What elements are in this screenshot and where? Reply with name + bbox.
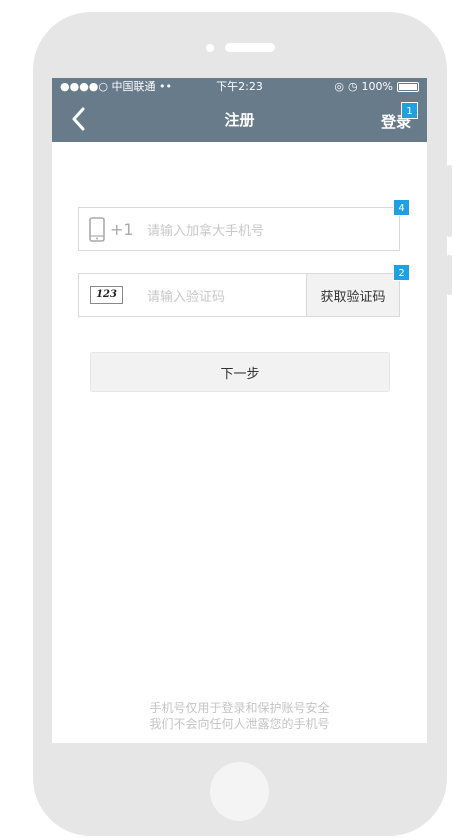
battery-icon <box>397 82 419 92</box>
annotation-badge-phone: 4 <box>393 199 410 216</box>
nav-bar: 注册 登录 1 <box>52 96 427 142</box>
lock-rotation-icon: ◎ <box>334 80 344 93</box>
verification-code-field: 123 获取验证码 <box>78 273 400 317</box>
status-right: ◎ ◷ 100% <box>334 78 419 96</box>
status-bar: ●●●●○ 中国联通 •• 下午2:23 ◎ ◷ 100% <box>52 78 427 96</box>
page-title: 注册 <box>224 111 255 129</box>
speaker-grille <box>225 43 275 52</box>
phone-field: +1 <box>78 207 400 251</box>
annotation-badge-login: 1 <box>401 102 418 119</box>
privacy-line-1: 手机号仅用于登录和保护账号安全 <box>149 701 330 715</box>
app-screen: ●●●●○ 中国联通 •• 下午2:23 ◎ ◷ 100% 注册 登录 1 +1… <box>52 78 427 743</box>
alarm-icon: ◷ <box>347 80 358 93</box>
camera-icon <box>206 44 214 52</box>
volume-button <box>447 165 452 237</box>
privacy-notice: 手机号仅用于登录和保护账号安全 我们不会向任何人泄露您的手机号 <box>52 700 427 732</box>
phone-number-input[interactable] <box>145 218 389 244</box>
country-code-prefix: +1 <box>110 220 134 239</box>
annotation-badge-get-code: 2 <box>393 264 410 281</box>
battery-percent: 100% <box>361 80 393 93</box>
privacy-line-2: 我们不会向任何人泄露您的手机号 <box>149 717 330 731</box>
next-step-button[interactable]: 下一步 <box>90 352 390 392</box>
captcha-icon: 123 <box>90 286 123 304</box>
get-code-button[interactable]: 获取验证码 <box>306 274 399 316</box>
power-button <box>447 255 452 295</box>
mobile-phone-icon <box>89 217 105 242</box>
verification-code-input[interactable] <box>145 284 309 310</box>
home-button[interactable] <box>210 762 269 821</box>
